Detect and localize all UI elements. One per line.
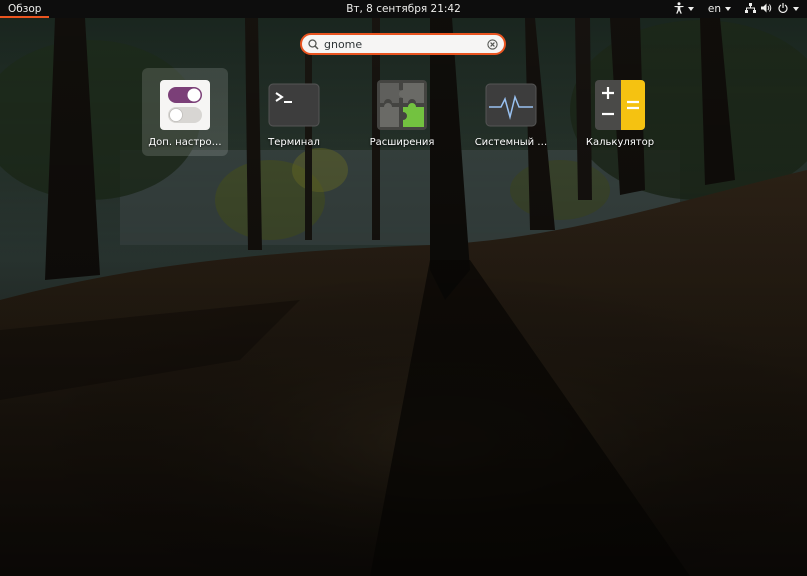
chevron-down-icon <box>793 7 799 11</box>
app-label: Системный … <box>474 137 548 148</box>
system-tray: en <box>674 0 799 18</box>
clear-search-button[interactable] <box>487 35 498 54</box>
clear-icon <box>487 38 498 50</box>
tweaks-icon <box>159 79 211 131</box>
search-icon <box>308 35 319 54</box>
app-tile-extensions[interactable]: Расширения <box>359 68 445 156</box>
search-input[interactable] <box>319 36 487 52</box>
system-monitor-icon <box>485 79 537 131</box>
app-label: Терминал <box>268 137 320 148</box>
app-tile-terminal[interactable]: Терминал <box>251 68 337 156</box>
calculator-icon <box>594 79 646 131</box>
app-label: Расширения <box>369 137 435 148</box>
app-tile-calculator[interactable]: Калькулятор <box>577 68 663 156</box>
extensions-icon <box>376 79 428 131</box>
chevron-down-icon <box>725 7 731 11</box>
volume-icon <box>761 3 773 16</box>
network-icon <box>745 2 756 16</box>
power-icon <box>778 2 788 16</box>
accessibility-icon <box>674 1 684 17</box>
clock-button[interactable]: Вт, 8 сентября 21:42 <box>346 3 461 15</box>
terminal-icon <box>268 79 320 131</box>
accessibility-menu[interactable] <box>674 0 694 18</box>
app-tile-system-monitor[interactable]: Системный … <box>468 68 554 156</box>
app-label: Доп. настро… <box>148 137 222 148</box>
activities-button[interactable]: Обзор <box>0 0 50 18</box>
search-entry[interactable] <box>300 33 506 55</box>
app-tile-tweaks[interactable]: Доп. настро… <box>142 68 228 156</box>
top-bar: Обзор Вт, 8 сентября 21:42 en <box>0 0 807 18</box>
system-status-menu[interactable] <box>745 0 799 18</box>
keyboard-layout-menu[interactable]: en <box>708 0 731 18</box>
keyboard-layout-label: en <box>707 3 721 15</box>
app-label: Калькулятор <box>585 137 655 148</box>
chevron-down-icon <box>687 7 694 11</box>
